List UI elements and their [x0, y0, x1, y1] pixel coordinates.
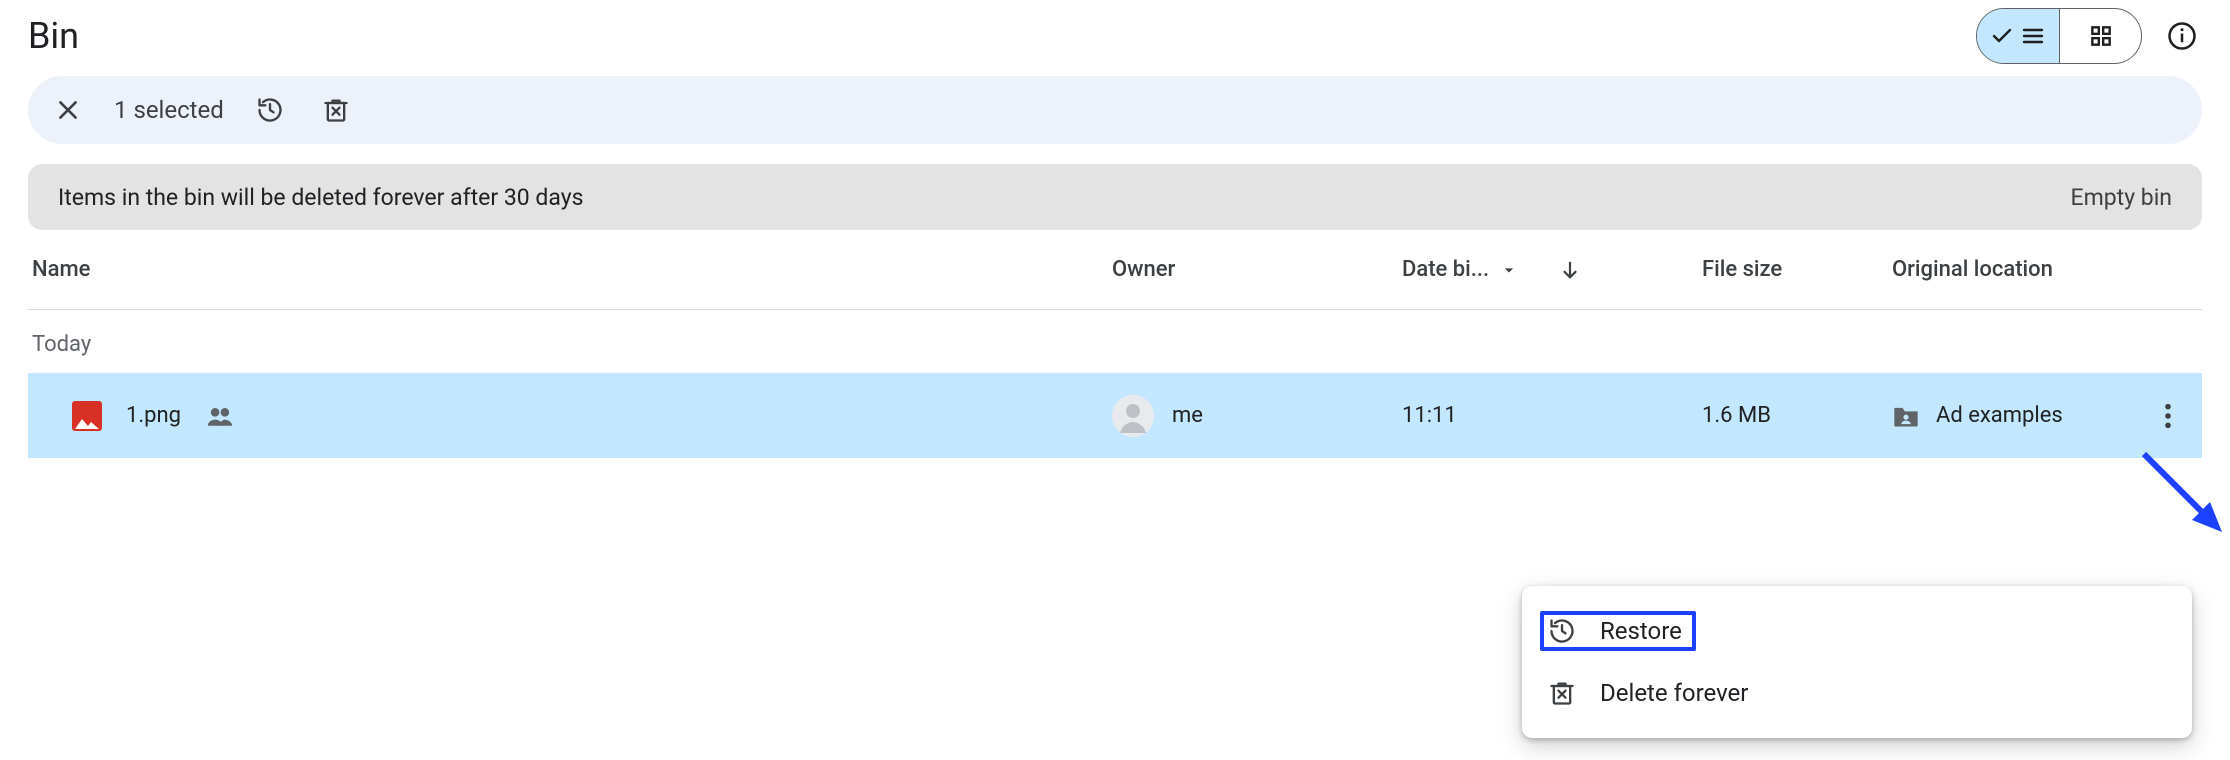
page-title: Bin: [28, 15, 79, 57]
image-file-icon: [72, 401, 102, 431]
check-icon: [1990, 24, 2014, 48]
file-date: 11:11: [1402, 403, 1702, 428]
file-row[interactable]: 1.png me 11:11 1.6 MB Ad examples: [28, 373, 2202, 458]
file-size: 1.6 MB: [1702, 403, 1892, 428]
restore-icon: [256, 96, 284, 124]
more-vert-icon: [2163, 402, 2173, 430]
menu-item-restore-label: Restore: [1600, 617, 1682, 645]
menu-item-delete-forever[interactable]: Delete forever: [1522, 662, 2192, 724]
clear-selection-button[interactable]: [48, 90, 88, 130]
view-list-button[interactable]: [1977, 9, 2059, 63]
file-more-actions-button[interactable]: [2148, 396, 2188, 436]
file-location-cell[interactable]: Ad examples: [1892, 403, 2138, 428]
view-grid-button[interactable]: [2059, 9, 2141, 63]
owner-avatar-icon: [1112, 395, 1154, 437]
column-header-size[interactable]: File size: [1702, 257, 1892, 282]
column-header-owner[interactable]: Owner: [1112, 257, 1402, 282]
close-icon: [55, 97, 81, 123]
file-location: Ad examples: [1936, 403, 2063, 428]
menu-item-delete-forever-label: Delete forever: [1600, 679, 1748, 707]
group-heading-today: Today: [28, 310, 2202, 373]
selection-count: 1 selected: [114, 96, 224, 124]
delete-forever-icon: [322, 96, 350, 124]
column-header-date-label: Date bi...: [1402, 257, 1489, 282]
restore-icon: [1548, 617, 1576, 645]
column-header-date[interactable]: Date bi...: [1402, 257, 1702, 282]
list-icon: [2020, 24, 2046, 48]
header-row: Bin: [28, 0, 2202, 72]
sort-down-arrow-icon: [1559, 259, 1581, 281]
column-header-location[interactable]: Original location: [1892, 257, 2138, 282]
header-actions: [1976, 8, 2202, 64]
bin-notice-text: Items in the bin will be deleted forever…: [58, 184, 583, 211]
column-header-name[interactable]: Name: [32, 257, 1112, 282]
file-owner-cell: me: [1112, 395, 1402, 437]
view-toggle: [1976, 8, 2142, 64]
info-icon: [2167, 21, 2197, 51]
info-button[interactable]: [2162, 16, 2202, 56]
bin-notice-bar: Items in the bin will be deleted forever…: [28, 164, 2202, 230]
empty-bin-button[interactable]: Empty bin: [2071, 184, 2172, 211]
file-name: 1.png: [126, 403, 181, 428]
shared-icon: [205, 405, 235, 427]
column-headers: Name Owner Date bi... File size Original…: [28, 230, 2202, 310]
dropdown-arrow-icon: [1499, 260, 1519, 280]
selection-toolbar: 1 selected: [28, 76, 2202, 144]
menu-item-restore[interactable]: Restore: [1522, 600, 2192, 662]
file-name-cell: 1.png: [32, 401, 1112, 431]
file-owner: me: [1172, 403, 1203, 428]
delete-forever-icon: [1548, 679, 1576, 707]
file-context-menu: Restore Delete forever: [1522, 586, 2192, 738]
grid-icon: [2088, 23, 2114, 49]
shared-folder-icon: [1892, 404, 1920, 428]
restore-button[interactable]: [250, 90, 290, 130]
annotation-arrow-icon: [2134, 444, 2230, 544]
delete-forever-button[interactable]: [316, 90, 356, 130]
